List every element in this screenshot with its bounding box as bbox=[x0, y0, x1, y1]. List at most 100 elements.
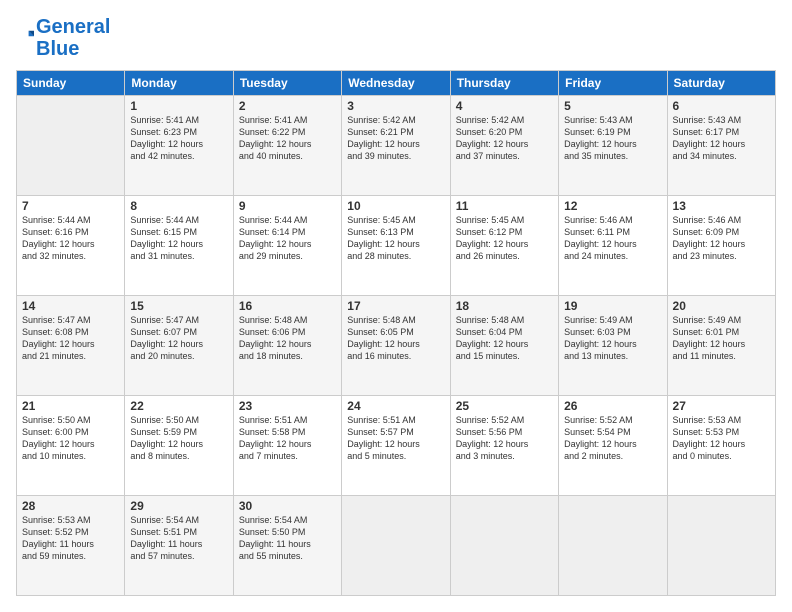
weekday-header-thursday: Thursday bbox=[450, 71, 558, 96]
day-info: Sunrise: 5:53 AM Sunset: 5:52 PM Dayligh… bbox=[22, 514, 119, 563]
calendar-cell-2-4: 18Sunrise: 5:48 AM Sunset: 6:04 PM Dayli… bbox=[450, 296, 558, 396]
day-number: 28 bbox=[22, 499, 119, 513]
week-row-3: 21Sunrise: 5:50 AM Sunset: 6:00 PM Dayli… bbox=[17, 396, 776, 496]
day-info: Sunrise: 5:54 AM Sunset: 5:50 PM Dayligh… bbox=[239, 514, 336, 563]
day-number: 15 bbox=[130, 299, 227, 313]
day-number: 24 bbox=[347, 399, 444, 413]
day-number: 25 bbox=[456, 399, 553, 413]
weekday-header-wednesday: Wednesday bbox=[342, 71, 450, 96]
calendar-cell-4-5 bbox=[559, 496, 667, 596]
calendar-cell-0-3: 3Sunrise: 5:42 AM Sunset: 6:21 PM Daylig… bbox=[342, 96, 450, 196]
day-number: 9 bbox=[239, 199, 336, 213]
day-number: 6 bbox=[673, 99, 770, 113]
day-info: Sunrise: 5:47 AM Sunset: 6:08 PM Dayligh… bbox=[22, 314, 119, 363]
day-number: 1 bbox=[130, 99, 227, 113]
day-info: Sunrise: 5:53 AM Sunset: 5:53 PM Dayligh… bbox=[673, 414, 770, 463]
day-number: 8 bbox=[130, 199, 227, 213]
day-info: Sunrise: 5:48 AM Sunset: 6:04 PM Dayligh… bbox=[456, 314, 553, 363]
calendar-cell-2-6: 20Sunrise: 5:49 AM Sunset: 6:01 PM Dayli… bbox=[667, 296, 775, 396]
weekday-header-monday: Monday bbox=[125, 71, 233, 96]
day-info: Sunrise: 5:42 AM Sunset: 6:20 PM Dayligh… bbox=[456, 114, 553, 163]
day-number: 10 bbox=[347, 199, 444, 213]
day-info: Sunrise: 5:49 AM Sunset: 6:01 PM Dayligh… bbox=[673, 314, 770, 363]
calendar-cell-2-2: 16Sunrise: 5:48 AM Sunset: 6:06 PM Dayli… bbox=[233, 296, 341, 396]
calendar-cell-4-1: 29Sunrise: 5:54 AM Sunset: 5:51 PM Dayli… bbox=[125, 496, 233, 596]
calendar-cell-1-5: 12Sunrise: 5:46 AM Sunset: 6:11 PM Dayli… bbox=[559, 196, 667, 296]
calendar-cell-3-1: 22Sunrise: 5:50 AM Sunset: 5:59 PM Dayli… bbox=[125, 396, 233, 496]
calendar-cell-0-2: 2Sunrise: 5:41 AM Sunset: 6:22 PM Daylig… bbox=[233, 96, 341, 196]
day-info: Sunrise: 5:45 AM Sunset: 6:12 PM Dayligh… bbox=[456, 214, 553, 263]
calendar-cell-0-1: 1Sunrise: 5:41 AM Sunset: 6:23 PM Daylig… bbox=[125, 96, 233, 196]
calendar-page: General Blue SundayMondayTuesdayWednesda… bbox=[0, 0, 792, 612]
day-number: 16 bbox=[239, 299, 336, 313]
day-number: 13 bbox=[673, 199, 770, 213]
day-number: 29 bbox=[130, 499, 227, 513]
day-info: Sunrise: 5:52 AM Sunset: 5:56 PM Dayligh… bbox=[456, 414, 553, 463]
day-number: 30 bbox=[239, 499, 336, 513]
week-row-4: 28Sunrise: 5:53 AM Sunset: 5:52 PM Dayli… bbox=[17, 496, 776, 596]
weekday-header-row: SundayMondayTuesdayWednesdayThursdayFrid… bbox=[17, 71, 776, 96]
weekday-header-sunday: Sunday bbox=[17, 71, 125, 96]
calendar-cell-2-0: 14Sunrise: 5:47 AM Sunset: 6:08 PM Dayli… bbox=[17, 296, 125, 396]
calendar-cell-4-4 bbox=[450, 496, 558, 596]
day-number: 18 bbox=[456, 299, 553, 313]
calendar-cell-0-5: 5Sunrise: 5:43 AM Sunset: 6:19 PM Daylig… bbox=[559, 96, 667, 196]
calendar-cell-1-2: 9Sunrise: 5:44 AM Sunset: 6:14 PM Daylig… bbox=[233, 196, 341, 296]
calendar-cell-3-3: 24Sunrise: 5:51 AM Sunset: 5:57 PM Dayli… bbox=[342, 396, 450, 496]
calendar-table: SundayMondayTuesdayWednesdayThursdayFrid… bbox=[16, 70, 776, 596]
day-info: Sunrise: 5:51 AM Sunset: 5:57 PM Dayligh… bbox=[347, 414, 444, 463]
weekday-header-friday: Friday bbox=[559, 71, 667, 96]
day-number: 19 bbox=[564, 299, 661, 313]
calendar-cell-3-2: 23Sunrise: 5:51 AM Sunset: 5:58 PM Dayli… bbox=[233, 396, 341, 496]
day-info: Sunrise: 5:44 AM Sunset: 6:15 PM Dayligh… bbox=[130, 214, 227, 263]
day-number: 14 bbox=[22, 299, 119, 313]
week-row-1: 7Sunrise: 5:44 AM Sunset: 6:16 PM Daylig… bbox=[17, 196, 776, 296]
day-info: Sunrise: 5:54 AM Sunset: 5:51 PM Dayligh… bbox=[130, 514, 227, 563]
day-number: 11 bbox=[456, 199, 553, 213]
week-row-2: 14Sunrise: 5:47 AM Sunset: 6:08 PM Dayli… bbox=[17, 296, 776, 396]
calendar-cell-4-0: 28Sunrise: 5:53 AM Sunset: 5:52 PM Dayli… bbox=[17, 496, 125, 596]
day-number: 2 bbox=[239, 99, 336, 113]
day-number: 26 bbox=[564, 399, 661, 413]
day-number: 17 bbox=[347, 299, 444, 313]
day-info: Sunrise: 5:41 AM Sunset: 6:23 PM Dayligh… bbox=[130, 114, 227, 163]
calendar-cell-3-5: 26Sunrise: 5:52 AM Sunset: 5:54 PM Dayli… bbox=[559, 396, 667, 496]
day-number: 5 bbox=[564, 99, 661, 113]
day-info: Sunrise: 5:49 AM Sunset: 6:03 PM Dayligh… bbox=[564, 314, 661, 363]
day-number: 4 bbox=[456, 99, 553, 113]
day-info: Sunrise: 5:44 AM Sunset: 6:16 PM Dayligh… bbox=[22, 214, 119, 263]
calendar-cell-3-0: 21Sunrise: 5:50 AM Sunset: 6:00 PM Dayli… bbox=[17, 396, 125, 496]
day-number: 12 bbox=[564, 199, 661, 213]
day-number: 22 bbox=[130, 399, 227, 413]
day-info: Sunrise: 5:42 AM Sunset: 6:21 PM Dayligh… bbox=[347, 114, 444, 163]
calendar-cell-1-4: 11Sunrise: 5:45 AM Sunset: 6:12 PM Dayli… bbox=[450, 196, 558, 296]
calendar-cell-1-3: 10Sunrise: 5:45 AM Sunset: 6:13 PM Dayli… bbox=[342, 196, 450, 296]
day-info: Sunrise: 5:46 AM Sunset: 6:09 PM Dayligh… bbox=[673, 214, 770, 263]
day-number: 21 bbox=[22, 399, 119, 413]
weekday-header-tuesday: Tuesday bbox=[233, 71, 341, 96]
day-info: Sunrise: 5:44 AM Sunset: 6:14 PM Dayligh… bbox=[239, 214, 336, 263]
calendar-cell-4-2: 30Sunrise: 5:54 AM Sunset: 5:50 PM Dayli… bbox=[233, 496, 341, 596]
logo-icon bbox=[16, 29, 34, 47]
day-info: Sunrise: 5:47 AM Sunset: 6:07 PM Dayligh… bbox=[130, 314, 227, 363]
calendar-cell-3-6: 27Sunrise: 5:53 AM Sunset: 5:53 PM Dayli… bbox=[667, 396, 775, 496]
day-info: Sunrise: 5:41 AM Sunset: 6:22 PM Dayligh… bbox=[239, 114, 336, 163]
day-number: 20 bbox=[673, 299, 770, 313]
day-info: Sunrise: 5:46 AM Sunset: 6:11 PM Dayligh… bbox=[564, 214, 661, 263]
calendar-cell-2-3: 17Sunrise: 5:48 AM Sunset: 6:05 PM Dayli… bbox=[342, 296, 450, 396]
calendar-cell-2-5: 19Sunrise: 5:49 AM Sunset: 6:03 PM Dayli… bbox=[559, 296, 667, 396]
day-number: 3 bbox=[347, 99, 444, 113]
weekday-header-saturday: Saturday bbox=[667, 71, 775, 96]
day-number: 7 bbox=[22, 199, 119, 213]
logo: General Blue bbox=[16, 16, 110, 60]
day-info: Sunrise: 5:52 AM Sunset: 5:54 PM Dayligh… bbox=[564, 414, 661, 463]
header: General Blue bbox=[16, 16, 776, 60]
day-info: Sunrise: 5:43 AM Sunset: 6:19 PM Dayligh… bbox=[564, 114, 661, 163]
calendar-cell-0-0 bbox=[17, 96, 125, 196]
calendar-cell-4-6 bbox=[667, 496, 775, 596]
week-row-0: 1Sunrise: 5:41 AM Sunset: 6:23 PM Daylig… bbox=[17, 96, 776, 196]
day-number: 23 bbox=[239, 399, 336, 413]
calendar-cell-0-4: 4Sunrise: 5:42 AM Sunset: 6:20 PM Daylig… bbox=[450, 96, 558, 196]
day-number: 27 bbox=[673, 399, 770, 413]
calendar-cell-4-3 bbox=[342, 496, 450, 596]
